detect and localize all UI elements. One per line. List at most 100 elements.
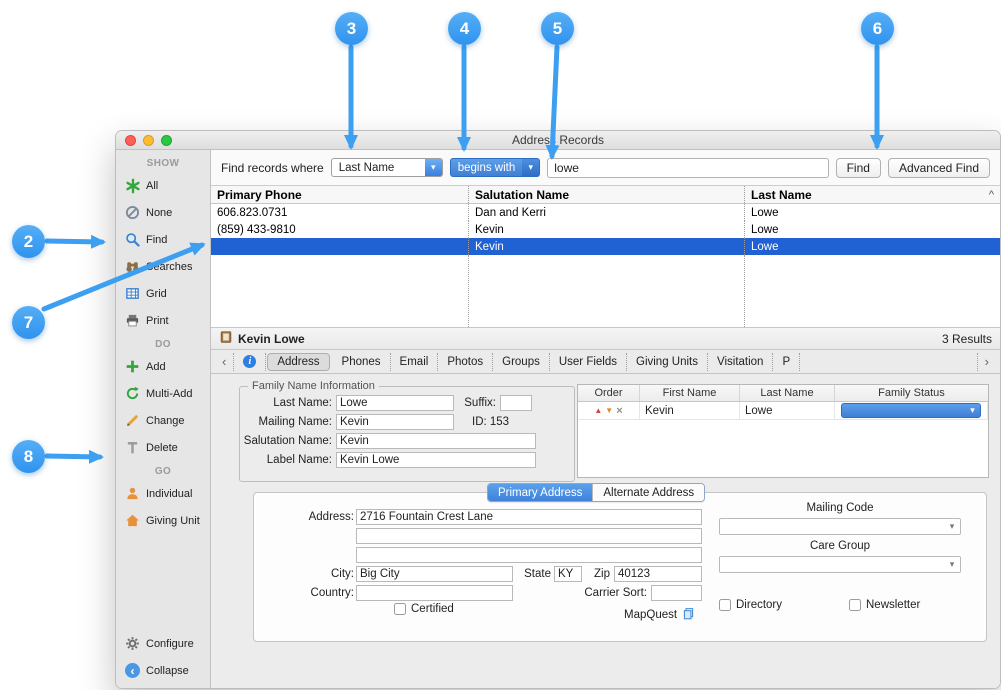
sidebar-item-all[interactable]: All bbox=[116, 172, 210, 199]
salutation-name-input[interactable] bbox=[336, 433, 536, 449]
address-line2-input[interactable] bbox=[356, 528, 702, 544]
advanced-find-button[interactable]: Advanced Find bbox=[888, 158, 990, 178]
zip-input[interactable] bbox=[614, 566, 702, 582]
family-status-dropdown[interactable]: ▾ bbox=[841, 403, 981, 418]
column-header-primary-phone[interactable]: Primary Phone bbox=[211, 186, 469, 203]
sidebar-item-none[interactable]: None bbox=[116, 199, 210, 226]
care-group-dropdown[interactable]: ▾ bbox=[719, 556, 961, 573]
search-input[interactable] bbox=[547, 158, 828, 178]
sidebar-item-label: Change bbox=[146, 415, 185, 427]
sidebar-item-multi-add[interactable]: Multi-Add bbox=[116, 380, 210, 407]
collapse-icon: ‹ bbox=[124, 662, 141, 679]
address-line3-input[interactable] bbox=[356, 547, 702, 563]
mailing-code-dropdown[interactable]: ▾ bbox=[719, 518, 961, 535]
column-header-family-status[interactable]: Family Status bbox=[835, 385, 988, 401]
sidebar-item-find[interactable]: Find bbox=[116, 226, 210, 253]
sidebar-item-print[interactable]: Print bbox=[116, 307, 210, 334]
remove-member-icon[interactable]: × bbox=[616, 405, 622, 417]
table-row[interactable]: 606.823.0731 Dan and Kerri Lowe bbox=[211, 204, 1000, 221]
sidebar-item-change[interactable]: Change bbox=[116, 407, 210, 434]
tab-photos[interactable]: Photos bbox=[438, 353, 493, 371]
country-input[interactable] bbox=[356, 585, 513, 601]
tab-info[interactable]: i bbox=[234, 353, 266, 371]
column-header-first-name[interactable]: First Name bbox=[640, 385, 740, 401]
person-icon bbox=[124, 485, 141, 502]
city-input[interactable] bbox=[356, 566, 513, 582]
results-count: 3 Results bbox=[942, 332, 992, 346]
tab-phones[interactable]: Phones bbox=[333, 353, 391, 371]
sidebar-item-configure[interactable]: Configure bbox=[116, 630, 210, 657]
sidebar-item-delete[interactable]: Delete bbox=[116, 434, 210, 461]
sidebar-item-collapse[interactable]: ‹ Collapse bbox=[116, 657, 210, 684]
family-members-table: Order First Name Last Name Family Status… bbox=[577, 384, 989, 478]
certified-checkbox-row: Certified bbox=[394, 603, 454, 615]
empty-column bbox=[745, 255, 1000, 327]
tab-user-fields[interactable]: User Fields bbox=[550, 353, 627, 371]
sidebar-item-giving-unit[interactable]: Giving Unit bbox=[116, 507, 210, 534]
suffix-input[interactable] bbox=[500, 395, 532, 411]
suffix-label: Suffix: bbox=[454, 397, 500, 409]
last-name-input[interactable] bbox=[336, 395, 454, 411]
state-input[interactable] bbox=[554, 566, 582, 582]
chevron-down-icon: ▾ bbox=[425, 159, 442, 176]
operator-dropdown[interactable]: begins with ▾ bbox=[450, 158, 541, 177]
tabs-scroll-right-button[interactable]: › bbox=[977, 353, 996, 371]
label-name-label: Label Name: bbox=[240, 454, 336, 466]
newsletter-checkbox-row: Newsletter bbox=[849, 599, 920, 611]
sidebar-item-grid[interactable]: Grid bbox=[116, 280, 210, 307]
gear-icon bbox=[124, 635, 141, 652]
copy-icon[interactable] bbox=[682, 607, 695, 623]
newsletter-checkbox[interactable] bbox=[849, 599, 861, 611]
tab-giving-units[interactable]: Giving Units bbox=[627, 353, 708, 371]
certified-checkbox[interactable] bbox=[394, 603, 406, 615]
callout-6: 6 bbox=[861, 12, 894, 45]
chevron-down-icon: ▾ bbox=[944, 521, 960, 532]
tabs-scroll-left-button[interactable]: ‹ bbox=[215, 353, 234, 371]
move-down-icon[interactable]: ▼ bbox=[605, 406, 613, 415]
zoom-window-button[interactable] bbox=[161, 135, 172, 146]
titlebar: Address Records bbox=[116, 131, 1000, 150]
address-line1-input[interactable] bbox=[356, 509, 702, 525]
carrier-sort-input[interactable] bbox=[651, 585, 702, 601]
alternate-address-tab[interactable]: Alternate Address bbox=[592, 484, 704, 501]
table-row[interactable]: (859) 433-9810 Kevin Lowe bbox=[211, 221, 1000, 238]
column-header-order[interactable]: Order bbox=[578, 385, 640, 401]
directory-checkbox[interactable] bbox=[719, 599, 731, 611]
label-name-input[interactable] bbox=[336, 452, 536, 468]
sidebar-item-label: Searches bbox=[146, 261, 192, 273]
mapquest-link[interactable]: MapQuest bbox=[624, 609, 677, 621]
member-last-name: Lowe bbox=[740, 402, 835, 419]
close-window-button[interactable] bbox=[125, 135, 136, 146]
sidebar-section-go: GO bbox=[116, 461, 210, 480]
tab-address[interactable]: Address bbox=[267, 353, 329, 371]
primary-address-tab[interactable]: Primary Address bbox=[488, 484, 592, 501]
binoculars-icon bbox=[124, 258, 141, 275]
circle-slash-icon bbox=[124, 204, 141, 221]
tab-email[interactable]: Email bbox=[391, 353, 439, 371]
sidebar-item-individual[interactable]: Individual bbox=[116, 480, 210, 507]
member-row[interactable]: ▲ ▼ × Kevin Lowe ▾ bbox=[578, 402, 988, 420]
column-header-last-name[interactable]: Last Name^ bbox=[745, 186, 1000, 203]
certified-label: Certified bbox=[411, 603, 454, 615]
field-dropdown[interactable]: Last Name ▾ bbox=[331, 158, 443, 177]
tab-label: Email bbox=[400, 356, 429, 368]
sidebar-item-searches[interactable]: Searches bbox=[116, 253, 210, 280]
find-button[interactable]: Find bbox=[836, 158, 881, 178]
column-header-salutation-name[interactable]: Salutation Name bbox=[469, 186, 745, 203]
table-row-selected[interactable]: Kevin Lowe bbox=[211, 238, 1000, 255]
mailing-name-input[interactable] bbox=[336, 414, 454, 430]
tab-label: User Fields bbox=[559, 356, 617, 368]
tab-visitation[interactable]: Visitation bbox=[708, 353, 773, 371]
tab-groups[interactable]: Groups bbox=[493, 353, 550, 371]
window-body: SHOW All None Fin bbox=[116, 150, 1000, 688]
mailing-name-label: Mailing Name: bbox=[240, 416, 336, 428]
column-header-last-name[interactable]: Last Name bbox=[740, 385, 835, 401]
arrow-8 bbox=[47, 456, 100, 457]
minimize-window-button[interactable] bbox=[143, 135, 154, 146]
move-up-icon[interactable]: ▲ bbox=[594, 406, 602, 415]
house-icon bbox=[124, 512, 141, 529]
chevron-left-icon: ‹ bbox=[222, 354, 226, 369]
sidebar-item-label: Add bbox=[146, 361, 166, 373]
sidebar-item-add[interactable]: Add bbox=[116, 353, 210, 380]
tab-truncated[interactable]: P bbox=[773, 353, 800, 371]
